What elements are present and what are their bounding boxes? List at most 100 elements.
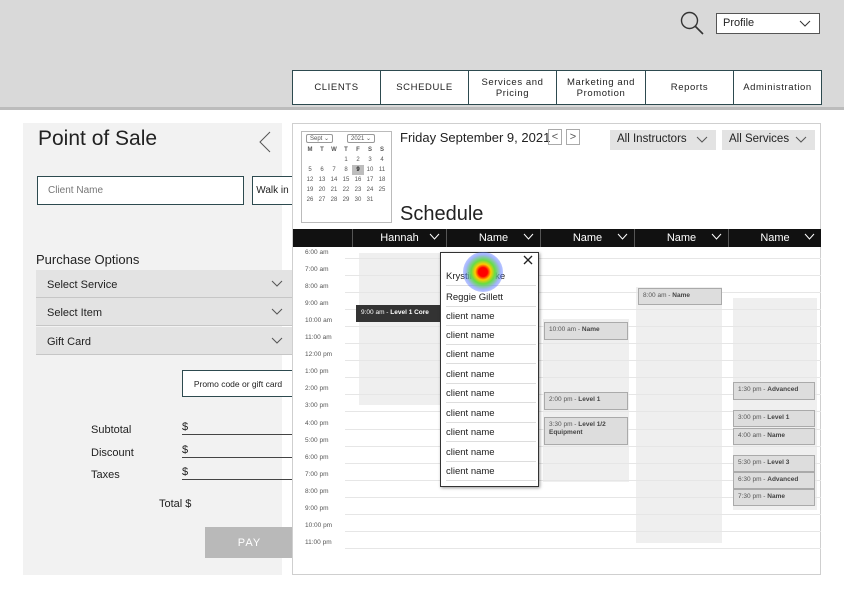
client-list-item[interactable]: client name xyxy=(446,307,536,326)
appointment[interactable]: 5:30 pm - Level 3 xyxy=(733,455,815,472)
search-icon[interactable] xyxy=(679,10,705,36)
calendar-day[interactable]: 6 xyxy=(316,165,328,175)
calendar-day[interactable]: 14 xyxy=(328,175,340,185)
hour-gridline xyxy=(345,513,821,515)
calendar-day[interactable]: 4 xyxy=(376,155,388,165)
calendar-day xyxy=(316,155,328,165)
calendar-day[interactable]: 5 xyxy=(304,165,316,175)
calendar-day[interactable]: 15 xyxy=(340,175,352,185)
appointment-name: Level 1 Core xyxy=(390,309,429,316)
chevron-down-icon xyxy=(696,136,708,143)
client-list-item[interactable]: Reggie Gillett xyxy=(446,288,536,307)
appointment[interactable]: 4:00 am - Name xyxy=(733,428,815,445)
calendar-day[interactable]: 7 xyxy=(328,165,340,175)
appointment-name: Level 1 xyxy=(767,414,790,421)
tab-administration[interactable]: Administration xyxy=(734,70,822,105)
calendar-day[interactable]: 10 xyxy=(364,165,376,175)
calendar-day[interactable]: 30 xyxy=(352,195,364,205)
client-list-item[interactable]: client name xyxy=(446,443,536,462)
appointment[interactable]: 9:00 am - Level 1 Core xyxy=(356,305,440,322)
appointment[interactable]: 3:00 pm - Level 1 xyxy=(733,410,815,427)
hour-gridline xyxy=(345,258,821,259)
main-nav: CLIENTS SCHEDULE Services and Pricing Ma… xyxy=(292,70,822,105)
calendar-day[interactable]: 31 xyxy=(364,195,376,205)
appointment[interactable]: 3:30 pm - Level 1/2 Equipment xyxy=(544,417,628,445)
close-icon[interactable] xyxy=(522,254,534,266)
client-list-item[interactable]: client name xyxy=(446,326,536,345)
calendar-day[interactable]: 13 xyxy=(316,175,328,185)
appointment[interactable]: 1:30 pm - Advanced xyxy=(733,382,815,400)
chevron-down-icon xyxy=(795,136,807,143)
calendar-day[interactable]: 20 xyxy=(316,185,328,195)
appointment[interactable]: 7:30 pm - Name xyxy=(733,489,815,506)
calendar-day[interactable]: 17 xyxy=(364,175,376,185)
subtotal-value: $ xyxy=(182,421,294,435)
calendar-day[interactable]: 11 xyxy=(376,165,388,175)
appointment-time: 3:30 pm - xyxy=(549,421,579,428)
hour-label: 9:00 pm xyxy=(305,504,329,512)
appointment-time: 6:30 pm - xyxy=(738,476,768,483)
calendar-day[interactable]: 24 xyxy=(364,185,376,195)
appointment[interactable]: 2:00 pm - Level 1 xyxy=(544,392,628,410)
tab-schedule[interactable]: SCHEDULE xyxy=(381,70,469,105)
calendar-day[interactable]: 18 xyxy=(376,175,388,185)
client-list-item[interactable]: client name xyxy=(446,404,536,423)
tab-reports[interactable]: Reports xyxy=(646,70,734,105)
instructors-filter[interactable]: All Instructors xyxy=(610,130,716,150)
column-header-2[interactable]: Name xyxy=(446,229,540,247)
year-select[interactable]: 2021 ⌄ xyxy=(347,134,376,143)
column-header-3[interactable]: Name xyxy=(540,229,634,247)
calendar-day[interactable]: 23 xyxy=(352,185,364,195)
calendar-day[interactable]: 1 xyxy=(340,155,352,165)
prev-day-button[interactable]: < xyxy=(548,129,562,145)
month-select[interactable]: Sept ⌄ xyxy=(306,134,334,143)
next-day-button[interactable]: > xyxy=(566,129,580,145)
calendar-day[interactable]: 27 xyxy=(316,195,328,205)
calendar-day[interactable]: 9 xyxy=(352,165,364,175)
calendar-day[interactable]: 16 xyxy=(352,175,364,185)
calendar-day[interactable]: 2 xyxy=(352,155,364,165)
column-header-5[interactable]: Name xyxy=(728,229,821,247)
chevron-down-icon xyxy=(804,233,815,240)
profile-dropdown[interactable]: Profile xyxy=(716,13,820,34)
calendar-day[interactable]: 29 xyxy=(340,195,352,205)
pay-button[interactable]: PAY xyxy=(205,527,294,558)
tab-clients[interactable]: CLIENTS xyxy=(292,70,381,105)
select-item-dropdown[interactable]: Select Item xyxy=(36,298,293,326)
chevron-left-icon[interactable] xyxy=(259,131,271,153)
walk-in-button[interactable]: Walk in xyxy=(252,176,293,205)
select-service-dropdown[interactable]: Select Service xyxy=(36,270,293,298)
tab-services-pricing[interactable]: Services and Pricing xyxy=(469,70,557,105)
calendar-day[interactable]: 28 xyxy=(328,195,340,205)
column-header-1[interactable]: Hannah xyxy=(352,229,446,247)
calendar-day[interactable]: 8 xyxy=(340,165,352,175)
appointment[interactable]: 6:30 pm - Advanced xyxy=(733,472,815,489)
weekday-label: F xyxy=(356,147,360,153)
calendar-day[interactable]: 3 xyxy=(364,155,376,165)
instructor-header-row: Hannah Name Name Name Name xyxy=(293,229,821,247)
tab-marketing-promotion[interactable]: Marketing and Promotion xyxy=(557,70,646,105)
calendar-day[interactable]: 26 xyxy=(304,195,316,205)
chevron-down-icon xyxy=(271,337,283,344)
client-list-item[interactable]: client name xyxy=(446,365,536,384)
hour-label: 11:00 pm xyxy=(305,538,332,546)
hour-label: 9:00 am xyxy=(305,300,329,308)
client-name-input[interactable]: Client Name xyxy=(37,176,244,205)
client-list-item[interactable]: client name xyxy=(446,462,536,481)
calendar-day[interactable]: 19 xyxy=(304,185,316,195)
chevron-down-icon xyxy=(271,280,283,287)
appointment[interactable]: 10:00 am - Name xyxy=(544,322,628,340)
promo-code-input[interactable]: Promo code or gift card xyxy=(182,370,294,397)
client-list-item[interactable]: client name xyxy=(446,423,536,442)
services-filter[interactable]: All Services xyxy=(722,130,815,150)
calendar-day[interactable]: 25 xyxy=(376,185,388,195)
appointment[interactable]: 8:00 am - Name xyxy=(638,288,722,305)
gift-card-dropdown[interactable]: Gift Card xyxy=(36,327,293,355)
client-list-item[interactable]: client name xyxy=(446,384,536,403)
column-header-4[interactable]: Name xyxy=(634,229,728,247)
hour-label: 12:00 pm xyxy=(305,351,333,359)
calendar-day[interactable]: 12 xyxy=(304,175,316,185)
calendar-day[interactable]: 21 xyxy=(328,185,340,195)
client-list-item[interactable]: client name xyxy=(446,345,536,364)
calendar-day[interactable]: 22 xyxy=(340,185,352,195)
